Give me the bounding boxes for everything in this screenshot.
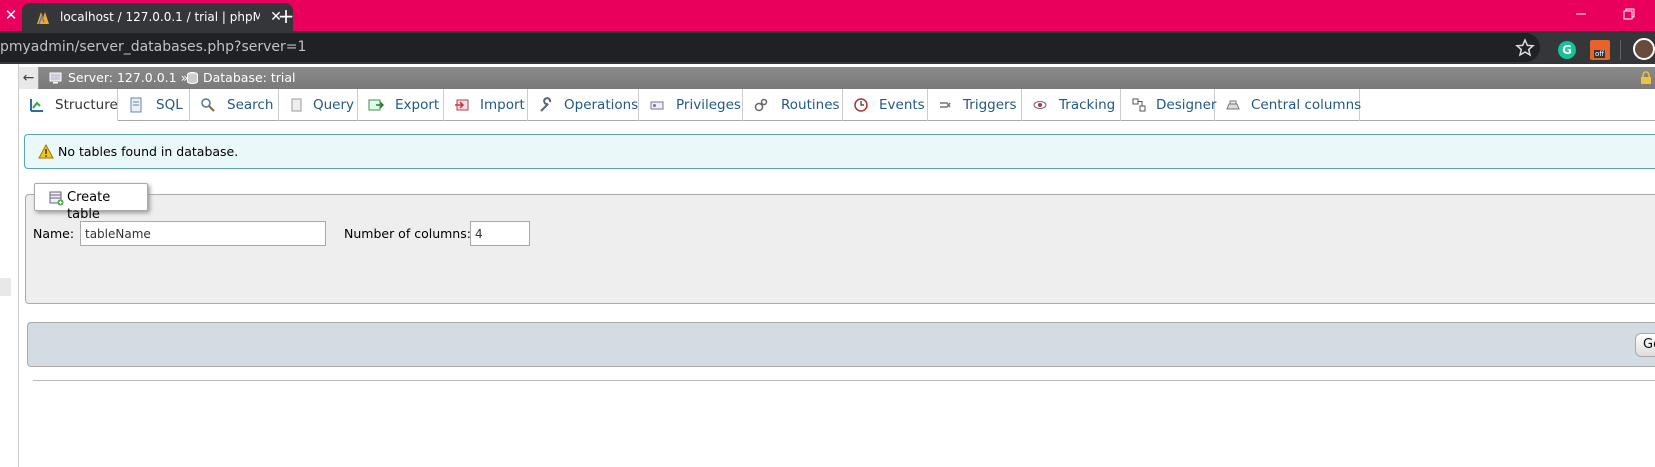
tab-label: Import xyxy=(480,97,525,113)
tab-privileges[interactable]: Privileges xyxy=(639,89,743,121)
database-icon xyxy=(187,72,198,84)
search-icon xyxy=(201,98,215,112)
lock-icon[interactable] xyxy=(1639,71,1653,85)
tab-label: Routines xyxy=(781,97,840,113)
query-icon xyxy=(291,98,302,112)
bookmark-star-icon[interactable] xyxy=(1515,38,1535,58)
tab-label: Events xyxy=(879,97,925,113)
import-icon xyxy=(455,99,469,111)
tab-label: Query xyxy=(313,97,355,113)
breadcrumb: ← Server: 127.0.0.1 » Database: trial xyxy=(19,67,1655,89)
export-icon xyxy=(368,99,384,111)
page-content: ← Server: 127.0.0.1 » Database: trial St… xyxy=(0,64,1655,467)
navigation-panel-collapsed[interactable] xyxy=(0,64,19,467)
tab-triggers[interactable]: Triggers xyxy=(928,89,1022,121)
tab-label: Triggers xyxy=(963,97,1017,113)
close-icon[interactable]: ✕ xyxy=(2,6,20,24)
breadcrumb-database-link[interactable]: Database: trial xyxy=(203,70,295,86)
number-of-columns-input[interactable] xyxy=(470,221,530,246)
tab-label: Structure xyxy=(55,97,118,113)
table-name-input[interactable] xyxy=(80,221,326,246)
panel-resize-handle[interactable] xyxy=(0,278,11,296)
tab-export[interactable]: Export xyxy=(358,89,444,121)
phpmyadmin-favicon-icon xyxy=(37,12,49,25)
url-text[interactable]: pmyadmin/server_databases.php?server=1 xyxy=(0,39,306,56)
clock-icon xyxy=(854,98,868,112)
sql-icon xyxy=(130,97,142,113)
tab-central-columns[interactable]: Central columns xyxy=(1215,89,1362,121)
tab-label: Tracking xyxy=(1059,97,1116,113)
wrench-icon xyxy=(540,97,552,112)
tab-title: localhost / 127.0.0.1 / trial | phpM xyxy=(60,10,260,24)
grammarly-icon[interactable]: G xyxy=(1558,41,1576,59)
tab-label: Designer xyxy=(1156,97,1217,113)
eye-icon xyxy=(1033,101,1047,109)
tab-search[interactable]: Search xyxy=(190,89,279,121)
address-bar[interactable]: pmyadmin/server_databases.php?server=1 xyxy=(0,33,1540,62)
number-of-columns-label: Number of columns: xyxy=(344,226,471,241)
notice-text: No tables found in database. xyxy=(58,144,239,159)
create-table-form: Create table Name: Number of columns: xyxy=(25,183,1655,304)
extension-off-badge: off xyxy=(1594,50,1606,58)
divider xyxy=(33,380,1655,381)
tab-designer[interactable]: Designer xyxy=(1121,89,1217,121)
triggers-icon xyxy=(940,102,951,108)
create-table-legend: Create table xyxy=(34,183,148,222)
back-arrow-icon[interactable]: ← xyxy=(19,67,39,89)
add-table-icon xyxy=(49,191,64,206)
tab-events[interactable]: Events xyxy=(843,89,928,121)
extension-off-icon[interactable]: off xyxy=(1590,40,1610,60)
tab-label: Central columns xyxy=(1251,97,1362,113)
tab-operations[interactable]: Operations xyxy=(528,89,639,121)
tab-label: Search xyxy=(227,97,274,113)
profile-avatar[interactable] xyxy=(1633,38,1655,60)
tab-routines[interactable]: Routines xyxy=(743,89,843,121)
central-columns-icon xyxy=(1226,100,1240,110)
restore-icon[interactable] xyxy=(1620,6,1638,22)
warning-icon xyxy=(38,144,54,159)
tab-import[interactable]: Import xyxy=(444,89,528,121)
tab-label: Privileges xyxy=(676,97,741,113)
form-footer: Go xyxy=(27,322,1655,367)
privileges-icon xyxy=(650,101,664,110)
tab-query[interactable]: Query xyxy=(279,89,358,121)
tab-label: Operations xyxy=(564,97,639,113)
tab-label: Export xyxy=(395,97,440,113)
routines-icon xyxy=(754,98,768,112)
tab-label: SQL xyxy=(156,97,183,113)
tab-sql[interactable]: SQL xyxy=(118,89,190,121)
tab-structure[interactable]: Structure xyxy=(19,89,118,121)
browser-toolbar: pmyadmin/server_databases.php?server=1 xyxy=(0,31,1655,64)
table-name-label: Name: xyxy=(33,226,75,241)
database-menu: Structure SQL Search Query Export Import… xyxy=(19,89,1655,121)
browser-tab[interactable]: localhost / 127.0.0.1 / trial | phpM ✕ xyxy=(22,3,293,31)
tab-tracking[interactable]: Tracking xyxy=(1022,89,1121,121)
notice-message: No tables found in database. xyxy=(24,134,1655,169)
toolbar-divider xyxy=(1620,40,1621,60)
breadcrumb-server-link[interactable]: Server: 127.0.0.1 » xyxy=(68,70,188,86)
designer-icon xyxy=(1132,98,1146,112)
minimize-icon[interactable] xyxy=(1572,6,1590,22)
create-table-title: Create table xyxy=(67,190,111,222)
server-icon xyxy=(49,72,62,84)
new-tab-icon[interactable]: + xyxy=(275,5,297,27)
browser-titlebar: ✕ localhost / 127.0.0.1 / trial | phpM ✕… xyxy=(0,0,1655,31)
go-button[interactable]: Go xyxy=(1635,333,1655,357)
structure-icon xyxy=(30,99,43,112)
